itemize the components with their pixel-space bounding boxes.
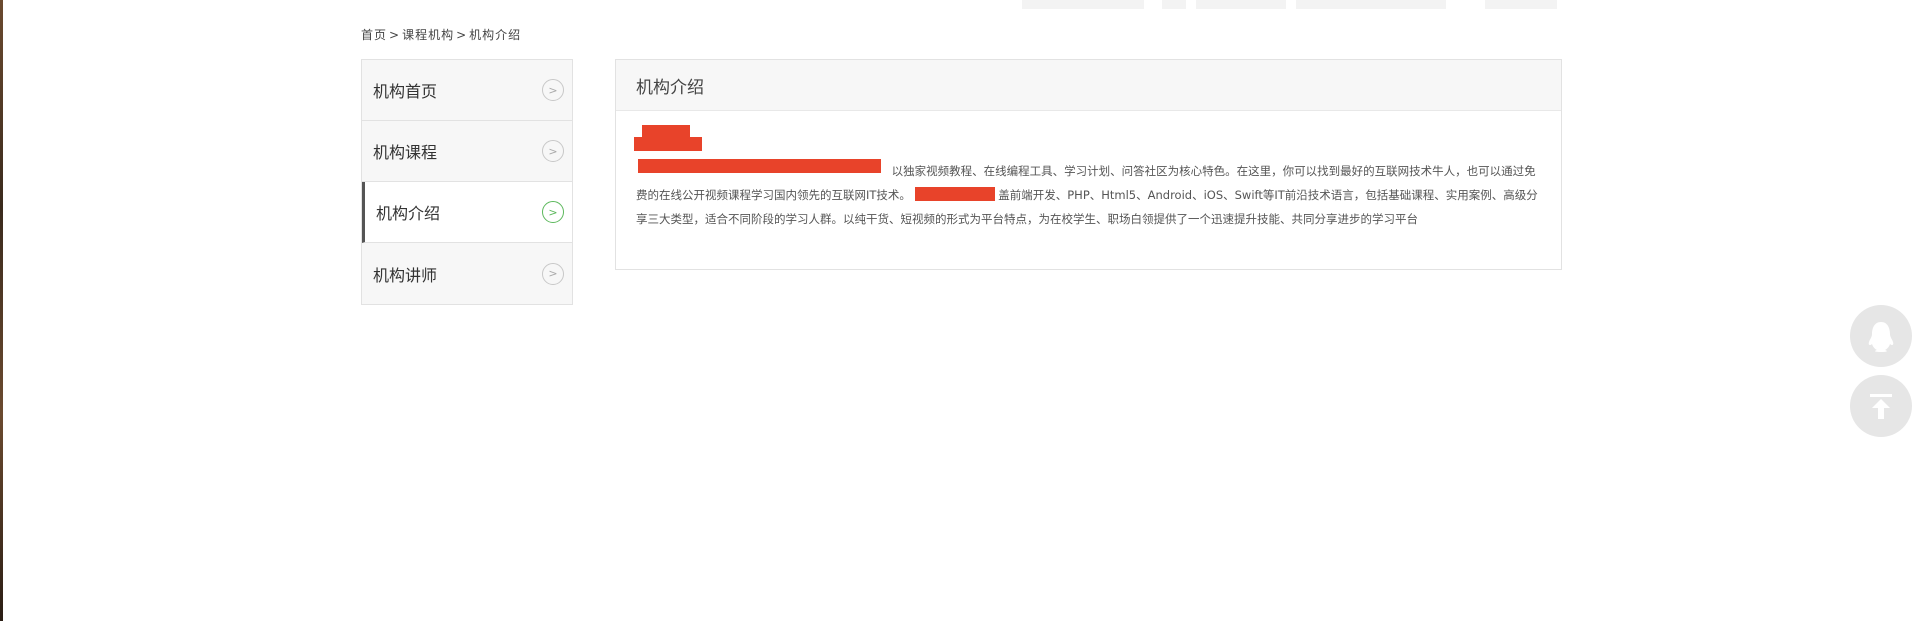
sidebar-item-teachers[interactable]: 机构讲师 > <box>362 243 572 304</box>
breadcrumb-separator: > <box>456 28 468 42</box>
header-remnant <box>1485 0 1557 9</box>
sidebar-item-label: 机构介绍 <box>376 204 441 223</box>
chevron-right-icon: > <box>542 262 564 285</box>
qq-contact-button[interactable] <box>1850 305 1912 367</box>
sidebar-item-courses[interactable]: 机构课程 > <box>362 121 572 182</box>
panel-body: 以独家视频教程、在线编程工具、学习计划、问答社区为核心特色。在这里，你可以找到最… <box>616 111 1561 231</box>
header-remnant <box>1022 0 1144 9</box>
sidebar-item-label: 机构首页 <box>373 82 438 101</box>
header-remnant <box>1196 0 1286 9</box>
header-remnant <box>1296 0 1446 9</box>
chevron-right-icon: > <box>542 140 564 162</box>
sidebar-item-home[interactable]: 机构首页 > <box>362 60 572 121</box>
breadcrumb-current: 机构介绍 <box>469 28 522 42</box>
breadcrumb: 首页 > 课程机构 > 机构介绍 <box>361 26 521 43</box>
sidebar-item-label: 机构课程 <box>373 143 438 162</box>
back-to-top-button[interactable] <box>1850 375 1912 437</box>
sidebar-item-intro[interactable]: 机构介绍 > <box>362 182 572 243</box>
qq-penguin-icon <box>1868 322 1894 352</box>
back-to-top-icon <box>1870 394 1892 419</box>
chevron-right-icon: > <box>542 79 564 101</box>
intro-text: 以独家视频教程、在线编程工具、学习计划、问答社区为核心特色。在这里，你可以找到最… <box>636 125 1541 231</box>
panel-header: 机构介绍 <box>616 60 1561 111</box>
breadcrumb-separator: > <box>389 28 401 42</box>
panel-title: 机构介绍 <box>636 77 704 98</box>
left-edge-strip <box>0 0 3 621</box>
header-remnant <box>1162 0 1186 9</box>
intro-panel: 机构介绍 以独家视频教程、在线编程工具、学习计划、问答社区为核心特色。在这里，你… <box>615 59 1562 270</box>
breadcrumb-section[interactable]: 课程机构 <box>402 28 454 42</box>
breadcrumb-home[interactable]: 首页 <box>361 28 387 42</box>
sidebar-menu: 机构首页 > 机构课程 > 机构介绍 > 机构讲师 > <box>361 59 573 305</box>
redaction-block <box>914 187 995 201</box>
sidebar-item-label: 机构讲师 <box>373 265 438 285</box>
chevron-right-icon: > <box>542 201 564 223</box>
